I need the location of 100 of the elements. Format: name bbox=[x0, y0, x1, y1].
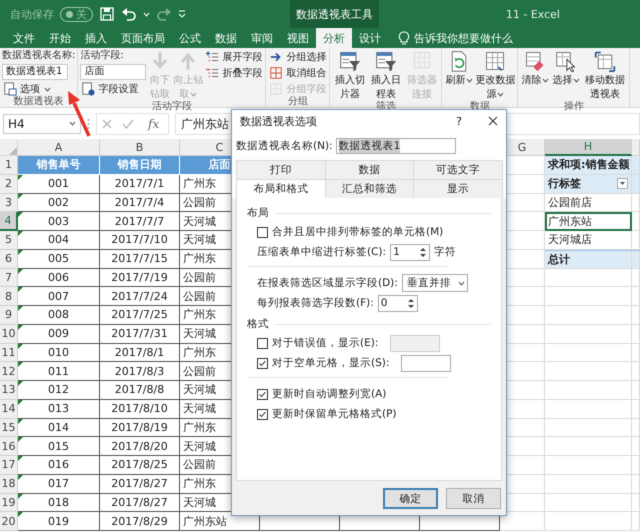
insert-function-button[interactable]: fx bbox=[144, 116, 164, 130]
row-header: 2 bbox=[0, 174, 18, 194]
group-label: 操作 bbox=[562, 101, 585, 113]
table-cell: 002 bbox=[18, 194, 100, 212]
ribbon-button[interactable]: 折叠字段 bbox=[204, 66, 264, 80]
checkbox[interactable] bbox=[257, 338, 268, 348]
input-field[interactable] bbox=[401, 354, 452, 372]
name-field[interactable]: 数据透视表1 bbox=[336, 138, 456, 154]
ribbon-tab[interactable]: 插入 bbox=[78, 28, 114, 48]
ribbon-tab[interactable]: 开始 bbox=[42, 28, 78, 48]
checkbox[interactable] bbox=[257, 358, 268, 368]
table-cell: 010 bbox=[18, 344, 100, 362]
caret-icon bbox=[573, 78, 580, 83]
table-cell: 2017/7/24 bbox=[100, 287, 180, 306]
document-icon bbox=[81, 82, 96, 96]
ribbon-tab[interactable]: 分析 bbox=[316, 28, 352, 48]
autosave-label: 自动保存 bbox=[10, 6, 54, 22]
dialog-tab[interactable]: 布局和格式 bbox=[236, 179, 326, 198]
dialog-title: 数据透视表选项 bbox=[240, 114, 317, 128]
table-cell: 销售单号 bbox=[18, 156, 100, 175]
row-header: 9 bbox=[0, 306, 18, 325]
table-cell: 2017/8/20 bbox=[100, 437, 180, 456]
dialog-tab[interactable]: 汇总和筛选 bbox=[324, 179, 414, 198]
row-header: 11 bbox=[0, 344, 18, 362]
row-header: 20 bbox=[0, 512, 18, 531]
row-header: 10 bbox=[0, 324, 18, 344]
table-cell: 005 bbox=[18, 250, 100, 268]
dialog-tab[interactable]: 数据 bbox=[324, 160, 414, 179]
ribbon-button[interactable]: 移动数据透视表 bbox=[582, 50, 628, 101]
window-title: 11 - Excel bbox=[506, 8, 561, 20]
row-header: 1 bbox=[0, 156, 18, 175]
ribbon-button[interactable]: 展开字段 bbox=[204, 50, 264, 64]
table-cell: 017 bbox=[18, 474, 100, 494]
field-label: 压缩表单中缩进行标签(C): bbox=[257, 245, 386, 259]
dialog-tab[interactable]: 可选文字 bbox=[413, 160, 504, 179]
ribbon-tab[interactable]: 文件 bbox=[6, 28, 42, 48]
table-cell: 003 bbox=[18, 212, 100, 231]
filter-button[interactable] bbox=[617, 178, 628, 189]
checkbox-label: 对于错误值，显示(E): bbox=[272, 336, 378, 350]
help-button[interactable]: ? bbox=[456, 114, 462, 128]
checkbox[interactable] bbox=[257, 226, 268, 238]
plus-list-icon bbox=[205, 50, 220, 64]
row-header: 4 bbox=[0, 212, 18, 231]
spin-field[interactable]: 1 bbox=[390, 244, 430, 260]
caret-icon bbox=[466, 78, 474, 83]
table-cell: 019 bbox=[18, 512, 100, 531]
table-cell: 009 bbox=[18, 324, 100, 344]
minus-list-icon bbox=[205, 66, 220, 80]
grip-icon bbox=[87, 116, 90, 130]
checkbox[interactable] bbox=[257, 408, 268, 420]
checkbox-label: 对于空单元格，显示(S): bbox=[272, 356, 390, 370]
right-arrow-icon bbox=[269, 50, 284, 64]
table-cell: 006 bbox=[18, 268, 100, 288]
checkbox[interactable] bbox=[257, 388, 268, 400]
dialog-tab[interactable]: 打印 bbox=[236, 160, 326, 179]
ribbon-tab[interactable]: 公式 bbox=[172, 28, 208, 48]
ribbon-button[interactable]: 字段设置 bbox=[80, 82, 146, 96]
spin-field[interactable]: 0 bbox=[378, 294, 418, 312]
ribbon-button[interactable]: 插入日程表 bbox=[368, 50, 404, 101]
dialog-button[interactable]: 确定 bbox=[383, 488, 438, 509]
dialog-tab[interactable]: 显示 bbox=[413, 179, 504, 198]
group-label: 数据透视表 bbox=[12, 96, 65, 108]
dialog-button[interactable]: 取消 bbox=[446, 488, 501, 509]
ribbon-button[interactable]: 刷新 bbox=[444, 50, 474, 87]
close-icon[interactable] bbox=[488, 116, 498, 126]
field-label: 在报表筛选区域显示字段(D): bbox=[257, 276, 398, 290]
dropdown[interactable]: 垂直并排 bbox=[402, 274, 468, 292]
spinner-arrows-icon bbox=[406, 296, 415, 310]
ribbon-button[interactable]: 插入切片器 bbox=[332, 50, 368, 101]
document-icon bbox=[3, 82, 17, 96]
text-field[interactable]: 店面 bbox=[80, 64, 146, 80]
text-field[interactable]: 数据透视表1 bbox=[2, 64, 68, 80]
row-header: 8 bbox=[0, 287, 18, 306]
ribbon-tab[interactable]: 页面布局 bbox=[114, 28, 172, 48]
ribbon-button[interactable]: 分组选择 bbox=[268, 50, 328, 64]
field-caption: 数据透视表名称: bbox=[2, 50, 76, 62]
ribbon-button[interactable]: 取消组合 bbox=[268, 66, 328, 80]
ribbon-tab[interactable]: 设计 bbox=[352, 28, 388, 48]
ribbon-tab[interactable]: 视图 bbox=[280, 28, 316, 48]
tell-me-field[interactable]: 告诉我你想要做什么 bbox=[414, 30, 513, 46]
undo-icon bbox=[121, 6, 137, 22]
ribbon-button[interactable]: 清除 bbox=[520, 50, 550, 87]
row-header: 6 bbox=[0, 250, 18, 268]
ribbon-tab[interactable]: 审阅 bbox=[244, 28, 280, 48]
ribbon-tab[interactable]: 数据 bbox=[208, 28, 244, 48]
row-header: 16 bbox=[0, 437, 18, 456]
table-cell: 2017/7/4 bbox=[100, 194, 180, 212]
ribbon-button[interactable]: 更改数据源 bbox=[475, 50, 516, 101]
table-cell: 2017/7/25 bbox=[100, 306, 180, 325]
ribbon-button[interactable]: 选择 bbox=[551, 50, 582, 87]
lightbulb-icon bbox=[398, 31, 410, 45]
group-label: 活动字段 bbox=[150, 101, 193, 113]
save-icon bbox=[99, 6, 115, 22]
field-caption: 活动字段: bbox=[80, 50, 125, 62]
checkbox-label: 更新时保留单元格格式(P) bbox=[272, 407, 397, 421]
table-cell: 004 bbox=[18, 231, 100, 250]
name-box[interactable]: H4 bbox=[3, 114, 81, 134]
table-cell: 2017/8/10 bbox=[100, 400, 180, 418]
ribbon-button[interactable]: 选项 bbox=[2, 82, 76, 96]
field-label: 每列报表筛选字段数(F): bbox=[257, 296, 374, 310]
